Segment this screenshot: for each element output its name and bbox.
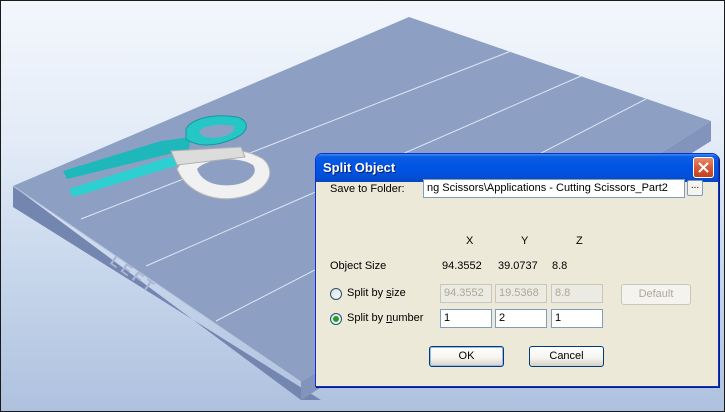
split-by-number-radio[interactable] [330, 313, 342, 325]
axis-z-header: Z [576, 235, 583, 247]
split-size-y-field[interactable]: 19.5368 [495, 284, 547, 303]
object-size-y: 39.0737 [498, 260, 538, 272]
split-object-dialog: Split Object Save to Folder: ng Scissors… [315, 153, 719, 387]
dialog-titlebar[interactable]: Split Object [316, 154, 718, 182]
axis-y-header: Y [521, 235, 529, 247]
split-number-z-field[interactable]: 1 [551, 309, 603, 328]
axis-x-header: X [466, 235, 474, 247]
close-icon [698, 162, 709, 173]
radio-selected-dot [333, 316, 339, 322]
close-button[interactable] [693, 157, 714, 178]
split-size-x-field[interactable]: 94.3552 [440, 284, 492, 303]
folder-path-field[interactable]: ng Scissors\Applications - Cutting Sciss… [423, 179, 685, 198]
dialog-title: Split Object [323, 160, 396, 175]
split-size-z-field[interactable]: 8.8 [551, 284, 603, 303]
split-by-size-radio[interactable] [330, 288, 342, 300]
default-button[interactable]: Default [621, 284, 691, 305]
split-number-y-field[interactable]: 2 [495, 309, 547, 328]
save-to-folder-label: Save to Folder: [330, 183, 405, 195]
ok-button[interactable]: OK [429, 346, 504, 367]
object-size-label: Object Size [330, 260, 387, 272]
split-by-size-label[interactable]: Split by size [347, 287, 406, 299]
cancel-button[interactable]: Cancel [529, 346, 604, 367]
object-size-x: 94.3552 [442, 260, 482, 272]
split-by-number-label[interactable]: Split by number [347, 312, 423, 324]
split-number-x-field[interactable]: 1 [440, 309, 492, 328]
browse-folder-button[interactable]: ... [687, 180, 703, 196]
object-size-z: 8.8 [552, 260, 568, 272]
